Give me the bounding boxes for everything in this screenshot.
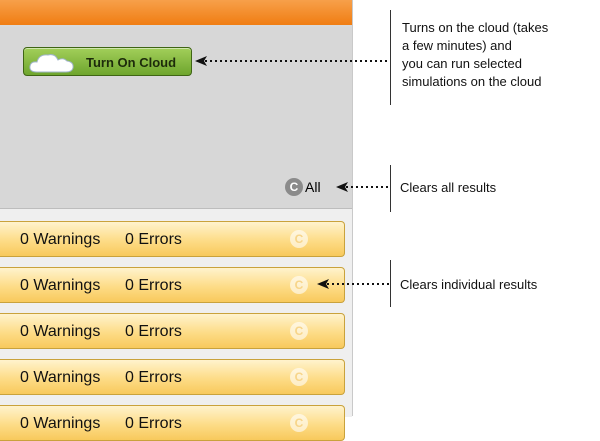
annotation-divider <box>390 10 391 105</box>
clear-all-icon: C <box>285 178 303 196</box>
cloud-annotation: Turns on the cloud (takes a few minutes)… <box>402 19 548 91</box>
clear-result-icon[interactable]: C <box>290 414 308 432</box>
turn-on-cloud-label: Turn On Cloud <box>86 55 177 70</box>
cloud-annotation-arrow <box>195 56 389 66</box>
annotation-divider <box>390 260 391 307</box>
orange-top-bar <box>0 0 352 27</box>
clear-result-icon[interactable]: C <box>290 322 308 340</box>
cloud-annotation-line: a few minutes) and <box>402 38 512 53</box>
result-row[interactable]: 0 Warnings 0 Errors C <box>0 359 345 395</box>
clear-result-icon[interactable]: C <box>290 230 308 248</box>
warnings-count: 0 Warnings <box>20 277 101 294</box>
clear-individual-annotation: Clears individual results <box>400 277 538 292</box>
warnings-count: 0 Warnings <box>20 369 101 386</box>
clear-all-annotation: Clears all results <box>400 180 497 195</box>
clear-result-icon[interactable]: C <box>290 276 308 294</box>
warnings-count: 0 Warnings <box>20 231 101 248</box>
result-row[interactable]: 0 Warnings 0 Errors C <box>0 267 345 303</box>
clear-result-icon[interactable]: C <box>290 368 308 386</box>
clear-all-annotation-arrow <box>336 182 389 192</box>
cloud-icon <box>29 54 74 73</box>
errors-count: 0 Errors <box>125 323 182 340</box>
errors-count: 0 Errors <box>125 415 182 432</box>
cloud-annotation-line: Turns on the cloud (takes <box>402 20 549 35</box>
clear-individual-annotation-arrow <box>317 279 389 289</box>
errors-count: 0 Errors <box>125 277 182 294</box>
clear-all-label: All <box>305 179 321 195</box>
warnings-count: 0 Warnings <box>20 415 101 432</box>
result-row[interactable]: 0 Warnings 0 Errors C <box>0 405 345 441</box>
result-row[interactable]: 0 Warnings 0 Errors C <box>0 221 345 257</box>
cloud-annotation-line: you can run selected <box>402 56 522 71</box>
clear-all-button[interactable]: C All <box>285 177 321 197</box>
turn-on-cloud-button[interactable]: Turn On Cloud <box>23 47 192 76</box>
result-row[interactable]: 0 Warnings 0 Errors C <box>0 313 345 349</box>
errors-count: 0 Errors <box>125 231 182 248</box>
errors-count: 0 Errors <box>125 369 182 386</box>
cloud-annotation-line: simulations on the cloud <box>402 74 542 89</box>
results-list: 0 Warnings 0 Errors C 0 Warnings 0 Error… <box>0 208 352 441</box>
annotation-divider <box>390 165 391 212</box>
warnings-count: 0 Warnings <box>20 323 101 340</box>
